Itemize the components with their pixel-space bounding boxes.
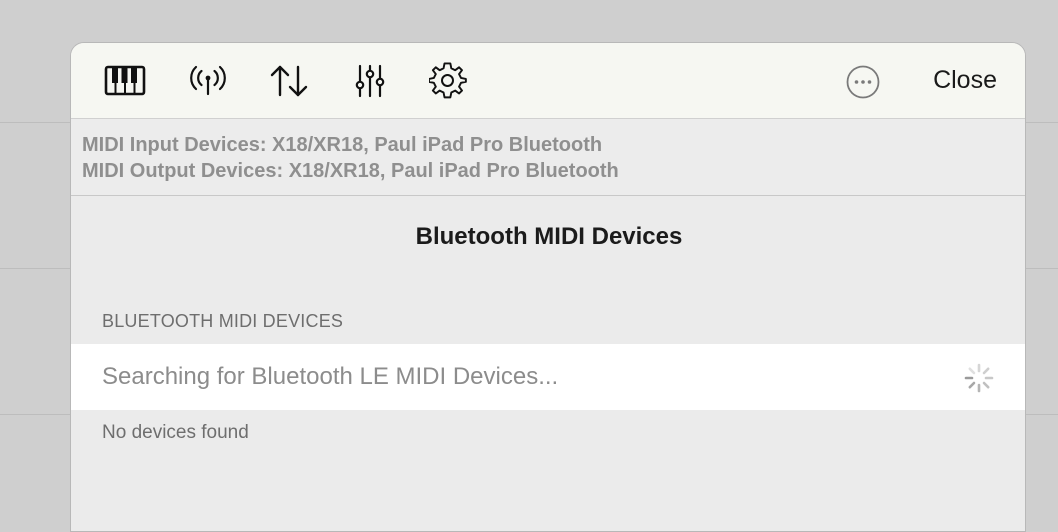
midi-status-area: MIDI Input Devices: X18/XR18, Paul iPad … <box>71 119 1025 196</box>
section-header: BLUETOOTH MIDI DEVICES <box>102 311 344 331</box>
toolbar: Close <box>71 43 1025 119</box>
no-devices-text: No devices found <box>102 422 249 443</box>
midi-output-devices-text: MIDI Output Devices: X18/XR18, Paul iPad… <box>82 160 619 182</box>
bluetooth-midi-panel: Close MIDI Input Devices: X18/XR18, Paul… <box>70 42 1026 532</box>
midi-input-devices-text: MIDI Input Devices: X18/XR18, Paul iPad … <box>82 134 603 156</box>
piano-keyboard-icon[interactable] <box>103 63 147 99</box>
sliders-icon[interactable] <box>348 63 392 99</box>
arrows-up-down-icon[interactable] <box>267 63 311 99</box>
searching-row: Searching for Bluetooth LE MIDI Devices.… <box>71 344 1025 410</box>
searching-label: Searching for Bluetooth LE MIDI Devices.… <box>102 363 559 390</box>
ellipsis-circle-icon[interactable] <box>846 65 880 99</box>
gear-icon[interactable] <box>426 62 470 99</box>
broadcast-icon[interactable] <box>186 63 230 99</box>
close-button[interactable]: Close <box>933 66 997 95</box>
spinner-icon <box>963 362 995 394</box>
page-title: Bluetooth MIDI Devices <box>415 223 683 250</box>
